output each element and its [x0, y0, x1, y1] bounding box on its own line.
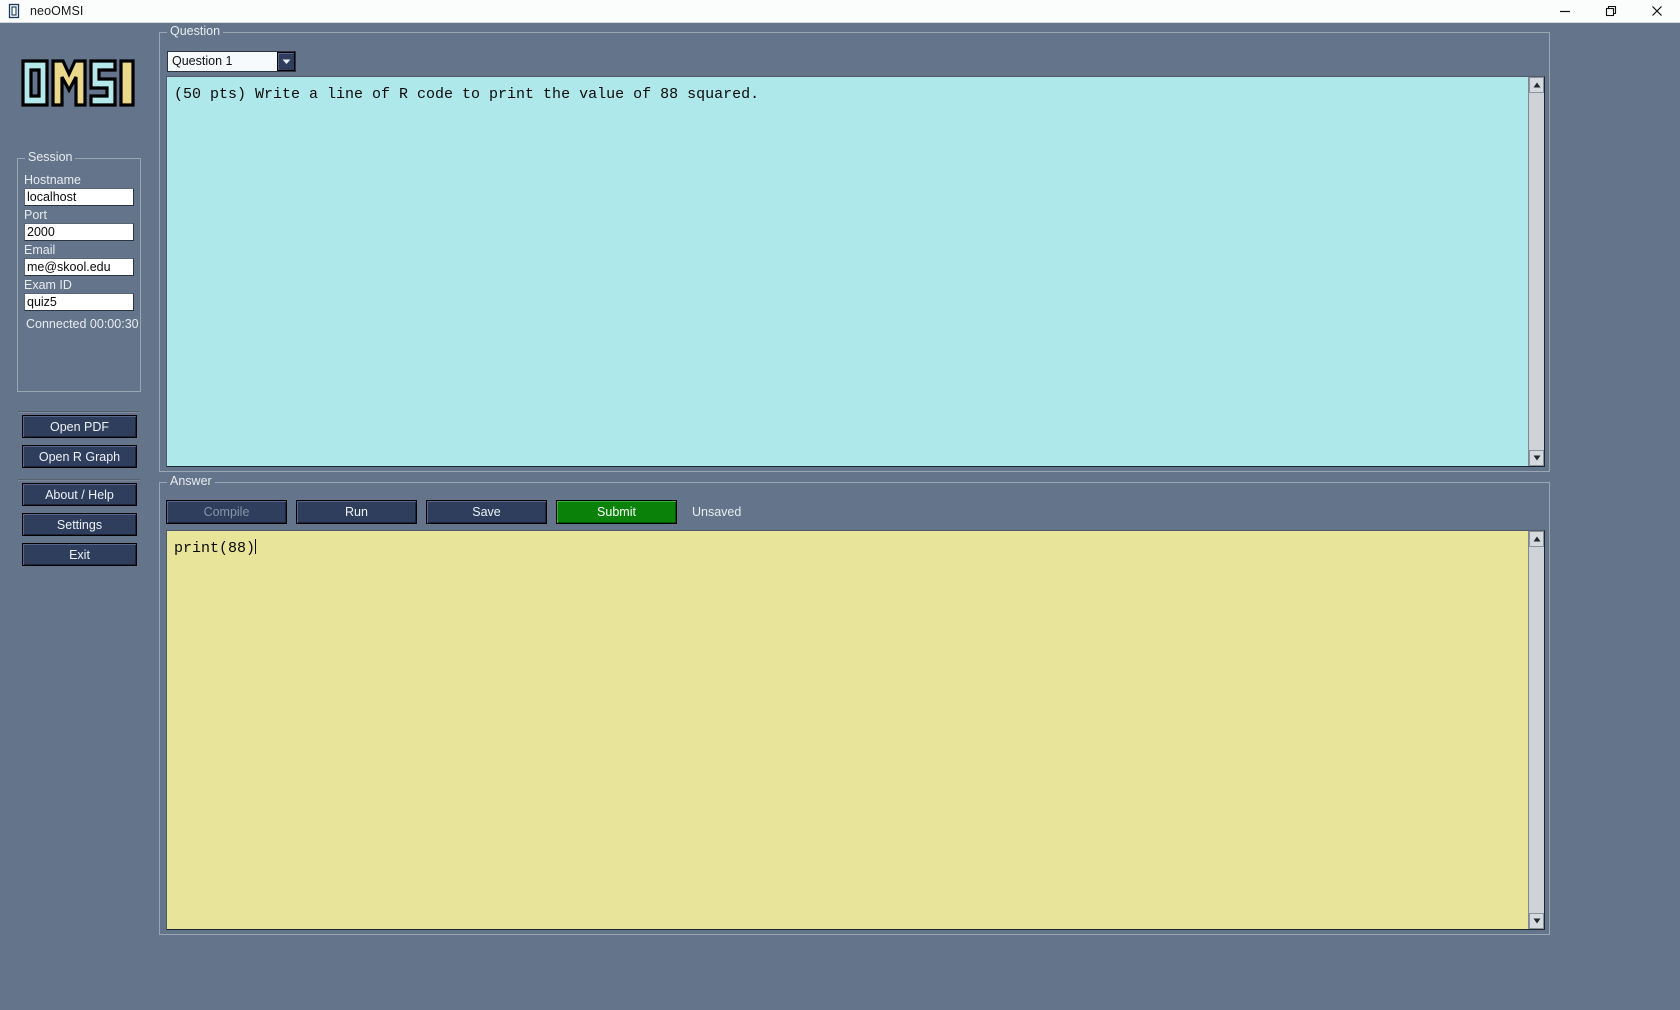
- minimize-icon[interactable]: [1542, 0, 1588, 23]
- port-label: Port: [24, 208, 47, 222]
- open-pdf-label: Open PDF: [49, 419, 110, 434]
- question-text-body[interactable]: (50 pts) Write a line of R code to print…: [167, 77, 1528, 466]
- session-groupbox: Session Hostname Port Email Exam ID: [17, 150, 141, 392]
- compile-button[interactable]: Compile: [166, 500, 287, 524]
- open-r-graph-button[interactable]: Open R Graph: [22, 445, 137, 468]
- title-bar: neoOMSI: [0, 0, 1680, 23]
- run-label: Run: [345, 505, 368, 519]
- scroll-down-arrow-icon[interactable]: [1529, 450, 1544, 466]
- window-controls: [1542, 0, 1680, 23]
- settings-button[interactable]: Settings: [22, 513, 137, 536]
- omsi-logo: [20, 58, 140, 108]
- answer-scroll-track[interactable]: [1529, 547, 1544, 913]
- port-input[interactable]: [24, 223, 134, 241]
- window-title: neoOMSI: [30, 4, 84, 18]
- question-text: (50 pts) Write a line of R code to print…: [174, 86, 760, 103]
- save-button[interactable]: Save: [426, 500, 547, 524]
- email-label: Email: [24, 243, 56, 257]
- sidebar-separator-bottom: [18, 479, 140, 481]
- settings-label: Settings: [56, 517, 103, 532]
- chevron-down-icon[interactable]: [277, 52, 295, 71]
- hostname-input[interactable]: [24, 188, 134, 206]
- run-button[interactable]: Run: [296, 500, 417, 524]
- close-icon[interactable]: [1634, 0, 1680, 23]
- session-legend: Session: [25, 150, 76, 164]
- submit-button[interactable]: Submit: [556, 500, 677, 524]
- field-row-email: Email: [24, 243, 140, 276]
- answer-legend: Answer: [167, 474, 215, 488]
- answer-toolbar: Compile Run Save Submit Unsaved: [166, 500, 741, 524]
- connection-status: Connected 00:00:30: [26, 317, 139, 331]
- field-row-port: Port: [24, 208, 140, 241]
- scroll-up-arrow-icon[interactable]: [1529, 77, 1544, 93]
- sidebar: Session Hostname Port Email Exam ID: [0, 23, 159, 1010]
- save-label: Save: [472, 505, 501, 519]
- exit-button[interactable]: Exit: [22, 543, 137, 566]
- question-selector-value: Question 1: [172, 54, 233, 68]
- compile-label: Compile: [203, 505, 250, 519]
- question-selector[interactable]: Question 1: [167, 51, 296, 72]
- app-window-icon: [6, 3, 22, 19]
- submit-label: Submit: [597, 505, 636, 519]
- open-r-graph-label: Open R Graph: [38, 449, 121, 464]
- field-row-hostname: Hostname: [24, 173, 140, 206]
- question-legend: Question: [167, 24, 224, 38]
- restore-icon[interactable]: [1588, 0, 1634, 23]
- field-row-exam-id: Exam ID: [24, 278, 140, 311]
- open-pdf-button[interactable]: Open PDF: [22, 415, 137, 438]
- exam-id-label: Exam ID: [24, 278, 72, 292]
- hostname-label: Hostname: [24, 173, 81, 187]
- answer-code-line: print(88): [167, 531, 1528, 559]
- exam-id-input[interactable]: [24, 293, 134, 311]
- answer-groupbox: Answer Compile Run Save Submit Unsaved p…: [159, 474, 1550, 935]
- about-help-label: About / Help: [45, 487, 114, 502]
- email-input[interactable]: [24, 258, 134, 276]
- exit-label: Exit: [69, 547, 90, 562]
- question-groupbox: Question Question 1 (50 pts) Write a lin…: [159, 24, 1550, 472]
- app-window: neoOMSI Session Hostname localhost Port …: [0, 0, 1680, 1010]
- answer-vertical-scrollbar[interactable]: [1528, 531, 1544, 929]
- scroll-down-arrow-icon[interactable]: [1529, 913, 1544, 929]
- text-caret: [255, 539, 257, 554]
- question-vertical-scrollbar[interactable]: [1528, 77, 1544, 466]
- answer-code-text: print(88): [174, 540, 256, 557]
- save-status-text: Unsaved: [692, 505, 742, 519]
- sidebar-separator-top: [18, 411, 140, 413]
- answer-text-body[interactable]: print(88): [167, 531, 1528, 929]
- about-help-button[interactable]: About / Help: [22, 483, 137, 506]
- scroll-up-arrow-icon[interactable]: [1529, 531, 1544, 547]
- question-scroll-track[interactable]: [1529, 93, 1544, 450]
- answer-textarea[interactable]: print(88): [166, 530, 1545, 930]
- question-textarea[interactable]: (50 pts) Write a line of R code to print…: [166, 76, 1545, 467]
